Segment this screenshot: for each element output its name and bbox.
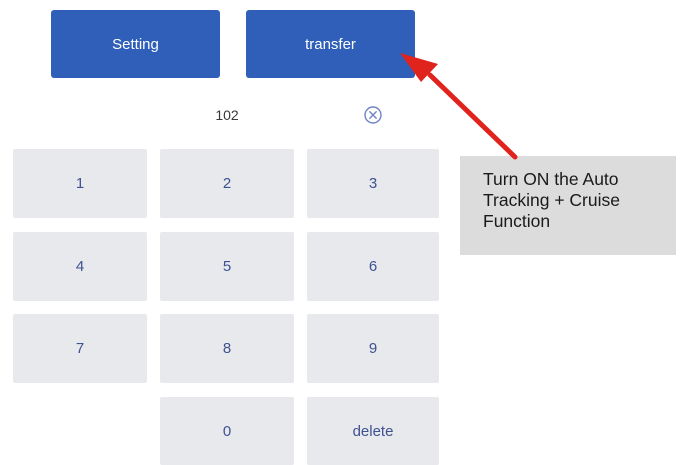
red-arrow-icon — [400, 53, 518, 160]
